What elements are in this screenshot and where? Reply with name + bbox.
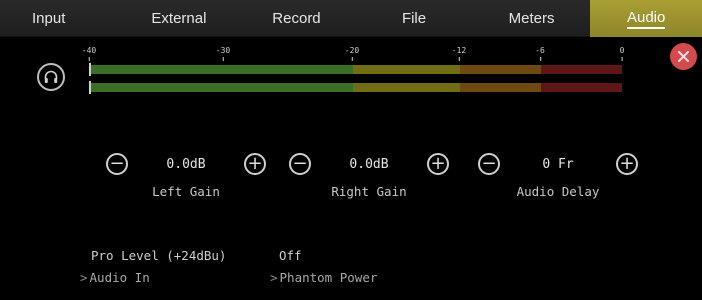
audio-in-value: Pro Level (+24dBu)	[91, 248, 227, 263]
tab-meters[interactable]: Meters	[473, 0, 591, 37]
tab-record-label: Record	[272, 10, 321, 27]
left-gain-decrease-button[interactable]: −	[106, 153, 128, 175]
right-gain-label: Right Gain	[331, 184, 407, 199]
phantom-power-value: Off	[279, 248, 302, 263]
meter-peak-marker	[89, 81, 91, 94]
tab-audio[interactable]: Audio	[590, 0, 702, 37]
meter-segment-yellow	[353, 83, 460, 92]
tab-file[interactable]: File	[355, 0, 473, 37]
phantom-power-label-row: > Phantom Power	[270, 270, 377, 285]
meter-segment-green	[89, 65, 353, 74]
audio-delay-value: 0 Fr	[542, 156, 574, 172]
left-gain-control: − 0.0dB + Left Gain	[106, 152, 266, 202]
left-channel-meter	[89, 63, 622, 76]
tab-input[interactable]: Input	[0, 0, 120, 37]
tab-audio-label: Audio	[626, 9, 666, 29]
meter-segment-orange	[460, 83, 541, 92]
scale-tick: -20	[344, 46, 360, 61]
right-gain-value: 0.0dB	[349, 156, 389, 172]
phantom-power-setting[interactable]: Off > Phantom Power	[270, 248, 377, 285]
chevron-right-icon: >	[270, 270, 278, 285]
close-button[interactable]	[670, 43, 697, 70]
right-gain-control: − 0.0dB + Right Gain	[289, 152, 449, 202]
audio-delay-increase-button[interactable]: +	[616, 153, 638, 175]
left-gain-label: Left Gain	[152, 184, 220, 199]
headphone-icon	[44, 70, 58, 83]
minus-icon: −	[109, 153, 125, 174]
tab-input-label: Input	[32, 10, 66, 27]
left-gain-value: 0.0dB	[166, 156, 206, 172]
audio-in-label-row: > Audio In	[80, 270, 226, 285]
audio-in-setting[interactable]: Pro Level (+24dBu) > Audio In	[80, 248, 226, 285]
left-gain-increase-button[interactable]: +	[243, 153, 266, 175]
meter-segment-yellow	[353, 65, 460, 74]
meter-scale: -40 -30 -20 -12 -6 0	[81, 46, 629, 61]
audio-delay-control: − 0 Fr + Audio Delay	[478, 152, 638, 202]
scale-tick: -6	[535, 46, 545, 61]
meter-segment-green	[89, 83, 353, 92]
tab-external[interactable]: External	[120, 0, 238, 37]
plus-icon: +	[619, 153, 635, 174]
scale-tick: -12	[451, 46, 467, 61]
right-channel-meter	[89, 81, 622, 94]
chevron-right-icon: >	[80, 270, 88, 285]
minus-icon: −	[292, 153, 308, 174]
tab-external-label: External	[151, 10, 207, 27]
audio-in-label: Audio In	[89, 270, 150, 285]
audio-delay-label: Audio Delay	[516, 184, 600, 199]
close-icon	[678, 51, 689, 62]
audio-delay-decrease-button[interactable]: −	[478, 153, 500, 175]
minus-icon: −	[481, 153, 497, 174]
tab-bar: Input External Record File Meters Audio	[0, 0, 702, 37]
scale-tick: 0	[619, 46, 625, 61]
scale-tick: -30	[215, 46, 231, 61]
plus-icon: +	[247, 153, 263, 174]
phantom-power-label: Phantom Power	[279, 270, 378, 285]
tab-meters-label: Meters	[508, 10, 555, 27]
meter-segment-orange	[460, 65, 541, 74]
right-gain-increase-button[interactable]: +	[426, 153, 449, 175]
scale-tick: -40	[81, 46, 97, 61]
tab-record[interactable]: Record	[238, 0, 356, 37]
headphone-button[interactable]	[37, 63, 65, 91]
right-gain-decrease-button[interactable]: −	[289, 153, 311, 175]
plus-icon: +	[430, 153, 446, 174]
meter-segment-red	[541, 65, 622, 74]
meter-segment-red	[541, 83, 622, 92]
meter-peak-marker	[89, 63, 91, 76]
tab-file-label: File	[401, 10, 427, 27]
